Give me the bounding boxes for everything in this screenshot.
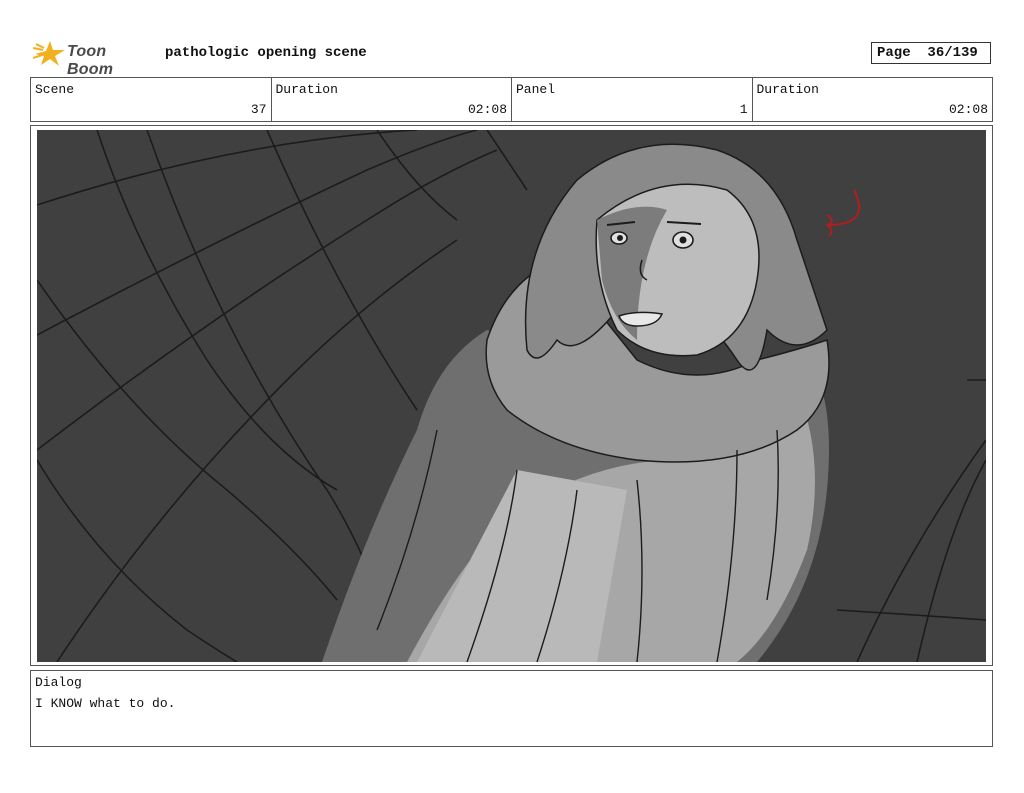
panel-info-row: Scene 37 Duration 02:08 Panel 1 Duration… [30,77,993,122]
page-indicator: Page 36/139 [871,42,991,64]
panel-value: 1 [739,102,748,117]
toon-boom-logo: Toon Boom [33,38,157,78]
scene-label: Scene [35,82,75,97]
page-label: Page [877,45,911,61]
document-title: pathologic opening scene [165,45,367,61]
logo-text: Toon Boom [67,43,114,78]
panel-duration-label: Duration [756,82,819,97]
dialog-box: Dialog I KNOW what to do. [30,670,993,747]
scene-cell: Scene 37 [31,78,272,121]
panel-duration-value: 02:08 [948,102,988,117]
dialog-text: I KNOW what to do. [35,696,176,711]
panel-label: Panel [516,82,556,97]
scene-duration-cell: Duration 02:08 [272,78,512,121]
star-logo-icon [33,41,65,66]
scene-value: 37 [250,102,267,117]
storyboard-panel-image [37,130,986,662]
panel-duration-cell: Duration 02:08 [753,78,993,121]
panel-cell: Panel 1 [512,78,753,121]
duration-label: Duration [275,82,338,97]
duration-value: 02:08 [467,102,507,117]
dialog-label: Dialog [35,675,82,690]
page-number: 36/139 [927,45,978,61]
sketch-drawing [37,130,986,662]
